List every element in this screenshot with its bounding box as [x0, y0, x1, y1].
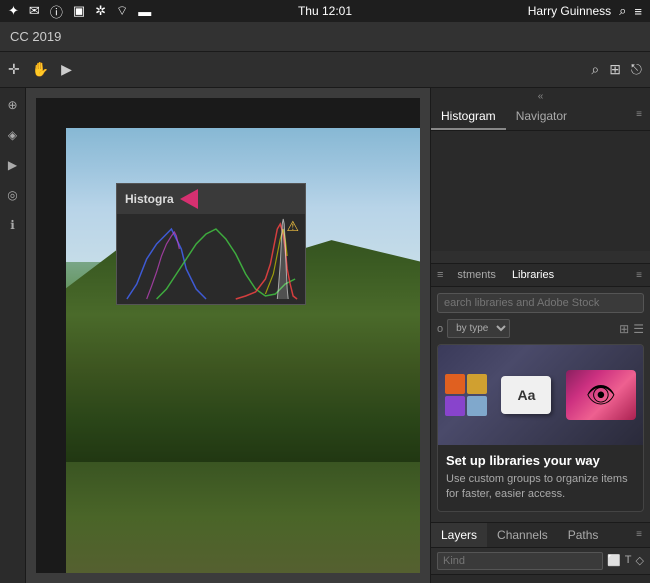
menubar-right: Harry Guinness ⌕ ≡ — [528, 3, 642, 19]
info-icon[interactable]: ⓘ — [50, 2, 63, 21]
control-strip-icon[interactable]: ≡ — [634, 4, 642, 19]
promo-eye-image — [566, 370, 636, 420]
bluetooth-icon[interactable]: ✲ — [95, 3, 106, 19]
libraries-content: o by type ⊞ ☰ — [431, 287, 650, 522]
video-icon[interactable]: ▶ — [61, 61, 72, 78]
swatch-purple — [445, 396, 465, 416]
layers-kind-search[interactable] — [437, 552, 603, 570]
grid-view-icon[interactable]: ⊞ — [619, 322, 629, 336]
promo-image: Aa — [438, 345, 643, 445]
promo-font-card: Aa — [501, 376, 551, 414]
histogram-navigator-tabs: Histogram Navigator ≡ — [431, 104, 650, 131]
histogram-svg — [117, 214, 305, 304]
swatch-orange — [445, 374, 465, 394]
foreground — [66, 462, 420, 573]
battery-icon[interactable]: ▬ — [138, 4, 151, 19]
promo-text: Set up libraries your way Use custom gro… — [438, 445, 643, 511]
adj-lib-panel-menu[interactable]: ≡ — [628, 265, 650, 286]
promo-description: Use custom groups to organize items for … — [446, 472, 635, 503]
search-icon[interactable]: ⌕ — [591, 61, 599, 78]
panel-collapse-top[interactable]: « — [431, 88, 650, 104]
layer-shape-icon[interactable]: ◇ — [636, 554, 644, 567]
tool-5-icon[interactable]: ℹ — [2, 214, 24, 236]
tab-navigator[interactable]: Navigator — [506, 104, 577, 130]
tool-3-icon[interactable]: ▶ — [2, 154, 24, 176]
layer-text-icon[interactable]: T — [625, 554, 632, 567]
view-icons: ⊞ ☰ — [619, 322, 644, 336]
hand-tool-icon[interactable]: ✋ — [32, 61, 49, 78]
layers-tabs: Layers Channels Paths ≡ — [431, 523, 650, 548]
adj-lib-menu-left[interactable]: ≡ — [431, 264, 449, 286]
layers-filter-icons: ⬜ T ◇ — [607, 554, 644, 567]
tool-panel: ⊕ ◈ ▶ ◎ ℹ — [0, 88, 26, 583]
mail-icon[interactable]: ✉ — [29, 3, 40, 19]
promo-title: Set up libraries your way — [446, 453, 635, 468]
right-panel: « Histogram Navigator ≡ ≡ stments — [430, 88, 650, 583]
filter-row: o by type ⊞ ☰ — [437, 319, 644, 338]
toolbar: ✛ ✋ ▶ ⌕ ⊞ ⎋ — [0, 52, 650, 88]
toolbar-right: ⌕ ⊞ ⎋ — [591, 61, 642, 78]
tab-layers[interactable]: Layers — [431, 523, 487, 547]
titlebar: CC 2019 — [0, 22, 650, 52]
share-icon[interactable]: ⎋ — [631, 61, 642, 78]
menubar-time: Thu 12:01 — [298, 4, 352, 18]
adj-lib-tabs: ≡ stments Libraries ≡ — [431, 264, 650, 287]
layers-toolbar: ⬜ T ◇ — [431, 548, 650, 575]
histogram-chart: ⚠ — [117, 214, 305, 304]
libraries-promo-card: Aa Set up libraries your way Use custom … — [437, 344, 644, 512]
libraries-search-input[interactable] — [437, 293, 644, 313]
histogram-arrow-icon — [180, 189, 198, 209]
list-view-icon[interactable]: ☰ — [633, 322, 644, 336]
tab-adjustments[interactable]: stments — [449, 264, 504, 286]
bottom-panel: Layers Channels Paths ≡ ⬜ T ◇ — [431, 523, 650, 583]
histogram-label: Histogra — [125, 192, 174, 206]
main-layout: ⊕ ◈ ▶ ◎ ℹ Histogra ⚠ — [0, 88, 650, 583]
menubar-left: ✦ ✉ ⓘ ▣ ✲ ⌔ ▬ — [8, 2, 151, 21]
move-tool-icon[interactable]: ✛ — [8, 61, 20, 78]
histogram-content — [431, 131, 650, 251]
sort-select[interactable]: by type — [447, 319, 510, 338]
menubar: ✦ ✉ ⓘ ▣ ✲ ⌔ ▬ Thu 12:01 Harry Guinness ⌕… — [0, 0, 650, 22]
layers-panel-menu[interactable]: ≡ — [628, 524, 650, 545]
promo-swatches — [445, 374, 487, 416]
app-name: CC 2019 — [10, 29, 61, 44]
histogram-panel-title: Histogra — [117, 184, 305, 214]
histogram-panel-menu[interactable]: ≡ — [628, 104, 650, 130]
username-label: Harry Guinness — [528, 4, 611, 18]
layers-content — [431, 575, 650, 583]
tool-4-icon[interactable]: ◎ — [2, 184, 24, 206]
filter-option-label: o — [437, 323, 443, 335]
histogram-floating-panel: Histogra ⚠ — [116, 183, 306, 305]
tab-libraries[interactable]: Libraries — [504, 264, 562, 286]
spotlight-icon[interactable]: ⌕ — [619, 3, 626, 19]
tab-paths[interactable]: Paths — [558, 523, 609, 547]
swatch-blue — [467, 396, 487, 416]
tool-2-icon[interactable]: ◈ — [2, 124, 24, 146]
bluetooth-rect-icon[interactable]: ▣ — [73, 3, 85, 19]
swatch-yellow — [467, 374, 487, 394]
collapse-icon: « — [538, 91, 544, 102]
dropbox-icon[interactable]: ✦ — [8, 3, 19, 19]
adj-lib-section: ≡ stments Libraries ≡ o by type ⊞ — [431, 264, 650, 523]
tool-1-icon[interactable]: ⊕ — [2, 94, 24, 116]
photo-container — [36, 98, 420, 573]
layer-pixel-icon[interactable]: ⬜ — [607, 554, 621, 567]
view-options-icon[interactable]: ⊞ — [609, 61, 621, 78]
tab-histogram[interactable]: Histogram — [431, 104, 506, 130]
canvas-area: Histogra ⚠ — [26, 88, 430, 583]
histogram-navigator-panel: Histogram Navigator ≡ — [431, 104, 650, 264]
histogram-warning-icon: ⚠ — [286, 218, 299, 235]
tab-channels[interactable]: Channels — [487, 523, 558, 547]
wifi-icon[interactable]: ⌔ — [116, 3, 128, 19]
